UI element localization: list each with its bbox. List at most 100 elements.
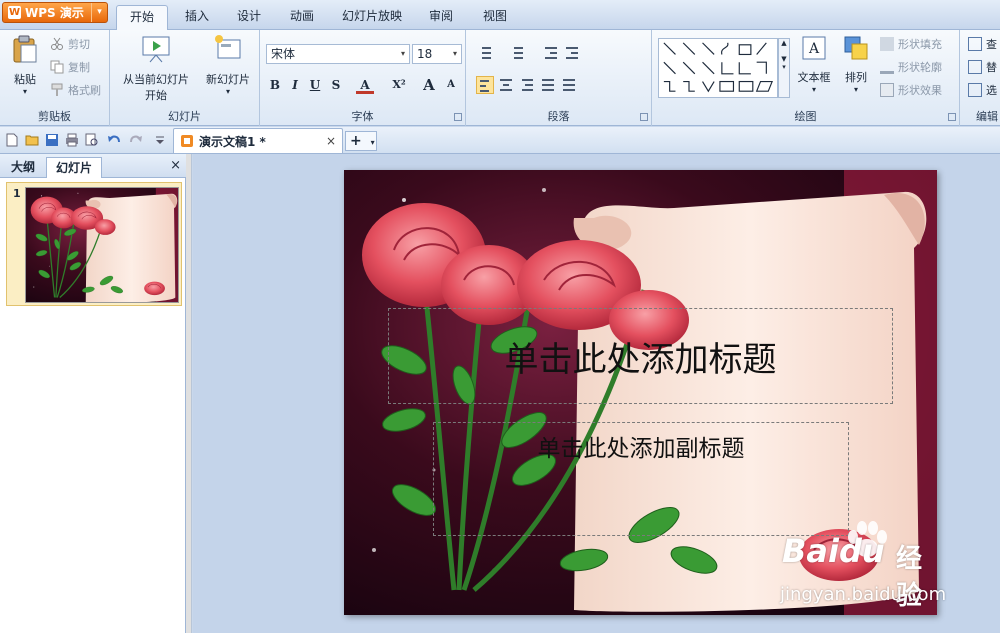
- select-button[interactable]: 选: [968, 81, 997, 99]
- format-painter-button[interactable]: 格式刷: [50, 81, 101, 99]
- paste-button[interactable]: 粘贴 ▾: [6, 34, 44, 96]
- tab-animation[interactable]: 动画: [281, 5, 323, 30]
- chevron-down-icon[interactable]: ▾: [91, 3, 107, 22]
- play-from-current-button[interactable]: 从当前幻灯片 开始: [116, 34, 196, 103]
- tab-review[interactable]: 审阅: [420, 5, 462, 30]
- tab-view[interactable]: 视图: [474, 5, 516, 30]
- app-menu-label: WPS 演示: [25, 6, 84, 20]
- subtitle-placeholder[interactable]: 单击此处添加副标题: [433, 422, 849, 536]
- cut-button[interactable]: 剪切: [50, 35, 90, 53]
- text-direction-button[interactable]: [592, 44, 610, 62]
- font-name-select[interactable]: 宋体 ▾: [266, 44, 410, 64]
- align-text-button[interactable]: [614, 44, 632, 62]
- tab-insert[interactable]: 插入: [176, 5, 218, 30]
- dialog-launcher-icon[interactable]: [640, 113, 648, 121]
- paragraph-spacing-button[interactable]: [616, 76, 634, 94]
- replace-button[interactable]: 替: [968, 58, 997, 76]
- edit-group: 查 替 选 编辑: [960, 30, 1000, 126]
- new-tab-button[interactable]: + ▾: [345, 131, 377, 151]
- new-file-icon[interactable]: [5, 133, 19, 147]
- slide-thumbnail[interactable]: 1: [6, 182, 182, 306]
- save-icon[interactable]: [45, 133, 59, 147]
- align-right-button[interactable]: [518, 76, 536, 94]
- font-color-button[interactable]: A: [356, 76, 374, 94]
- select-label: 选: [986, 84, 997, 97]
- align-left-button[interactable]: [476, 76, 494, 94]
- paint-bucket-icon: [880, 37, 894, 51]
- replace-icon: [968, 60, 982, 74]
- print-preview-icon[interactable]: [85, 133, 99, 147]
- ribbon-tab-strip: W WPS 演示 ▾ 开始 插入 设计 动画 幻灯片放映 审阅 视图: [0, 0, 1000, 31]
- chevron-down-icon[interactable]: ▾: [202, 87, 254, 96]
- redo-icon[interactable]: [129, 133, 143, 147]
- dialog-launcher-icon[interactable]: [948, 113, 956, 121]
- paste-icon: [13, 35, 37, 63]
- shape-effect-button[interactable]: 形状效果: [880, 81, 942, 99]
- undo-icon[interactable]: [107, 133, 121, 147]
- dialog-launcher-icon[interactable]: [454, 113, 462, 121]
- textbox-icon: A: [802, 36, 826, 60]
- decrease-indent-button[interactable]: [542, 44, 560, 62]
- new-slide-label: 新幻灯片: [206, 73, 250, 86]
- shapes-gallery-scroll[interactable]: ▲ ▼ ▾: [778, 38, 790, 98]
- slides-group-label: 幻灯片: [168, 110, 201, 123]
- font-size-select[interactable]: 18 ▾: [412, 44, 462, 64]
- numbering-button[interactable]: [508, 44, 526, 62]
- increase-indent-button[interactable]: [563, 44, 581, 62]
- shape-outline-button[interactable]: 形状轮廓: [880, 58, 942, 76]
- font-name-value: 宋体: [271, 47, 296, 61]
- align-center-button[interactable]: [497, 76, 515, 94]
- customize-toolbar-icon[interactable]: [153, 133, 167, 147]
- font-group: 宋体 ▾ 18 ▾ B I U S A X² A A 字体: [260, 30, 466, 126]
- grow-font-button[interactable]: A: [420, 76, 438, 94]
- play-from-current-label-2: 开始: [145, 89, 167, 102]
- chevron-down-icon[interactable]: ▾: [371, 138, 375, 147]
- title-placeholder[interactable]: 单击此处添加标题: [388, 308, 893, 404]
- chevron-down-icon[interactable]: ▾: [6, 87, 44, 96]
- replace-label: 替: [986, 61, 997, 74]
- underline-button[interactable]: U: [306, 76, 324, 94]
- distribute-button[interactable]: [560, 76, 578, 94]
- textbox-button[interactable]: A 文本框 ▾: [796, 34, 832, 94]
- copy-button[interactable]: 复制: [50, 58, 90, 76]
- tab-outline[interactable]: 大纲: [2, 157, 44, 178]
- document-tab[interactable]: 演示文稿1 * ×: [173, 128, 343, 153]
- bullets-button[interactable]: [476, 44, 494, 62]
- drawing-group: ▲ ▼ ▾ A 文本框 ▾ 排列 ▾ 形状填充 形状轮廓 形状效果 绘图: [652, 30, 960, 126]
- tab-home[interactable]: 开始: [116, 5, 168, 31]
- arrange-button[interactable]: 排列 ▾: [838, 34, 874, 94]
- open-folder-icon[interactable]: [25, 133, 39, 147]
- new-slide-button[interactable]: 新幻灯片 ▾: [202, 34, 254, 96]
- panel-splitter[interactable]: [186, 154, 192, 633]
- chevron-down-icon[interactable]: ▾: [796, 85, 832, 94]
- close-panel-icon[interactable]: ×: [170, 158, 181, 173]
- chevron-down-icon[interactable]: ▾: [397, 45, 409, 63]
- tab-slideshow[interactable]: 幻灯片放映: [336, 5, 408, 30]
- shape-fill-button[interactable]: 形状填充: [880, 35, 942, 53]
- shapes-gallery[interactable]: [658, 38, 778, 98]
- italic-button[interactable]: I: [286, 76, 304, 94]
- tab-slides[interactable]: 幻灯片: [46, 157, 102, 178]
- strikethrough-button[interactable]: S: [327, 76, 345, 94]
- justify-button[interactable]: [539, 76, 557, 94]
- line-spacing-button[interactable]: [588, 76, 606, 94]
- chevron-down-icon[interactable]: ▾: [838, 85, 874, 94]
- paragraph-group: 段落: [466, 30, 652, 126]
- presentation-file-icon: [181, 135, 193, 147]
- font-size-value: 18: [417, 47, 433, 61]
- close-tab-icon[interactable]: ×: [326, 134, 336, 148]
- shrink-font-button[interactable]: A: [442, 76, 460, 94]
- superscript-button[interactable]: X²: [390, 76, 408, 94]
- clipboard-group-label: 剪贴板: [38, 110, 71, 123]
- bold-button[interactable]: B: [266, 76, 284, 94]
- print-icon[interactable]: [65, 133, 79, 147]
- wps-app-menu-button[interactable]: W WPS 演示 ▾: [2, 2, 108, 23]
- find-button[interactable]: 查: [968, 35, 997, 53]
- effect-icon: [880, 83, 894, 97]
- shape-effect-label: 形状效果: [898, 84, 942, 97]
- wps-logo-icon: W: [8, 6, 21, 19]
- chevron-down-icon[interactable]: ▾: [449, 45, 461, 63]
- slides-panel: 大纲 幻灯片 × 1: [0, 154, 186, 633]
- tab-design[interactable]: 设计: [228, 5, 270, 30]
- find-label: 查: [986, 38, 997, 51]
